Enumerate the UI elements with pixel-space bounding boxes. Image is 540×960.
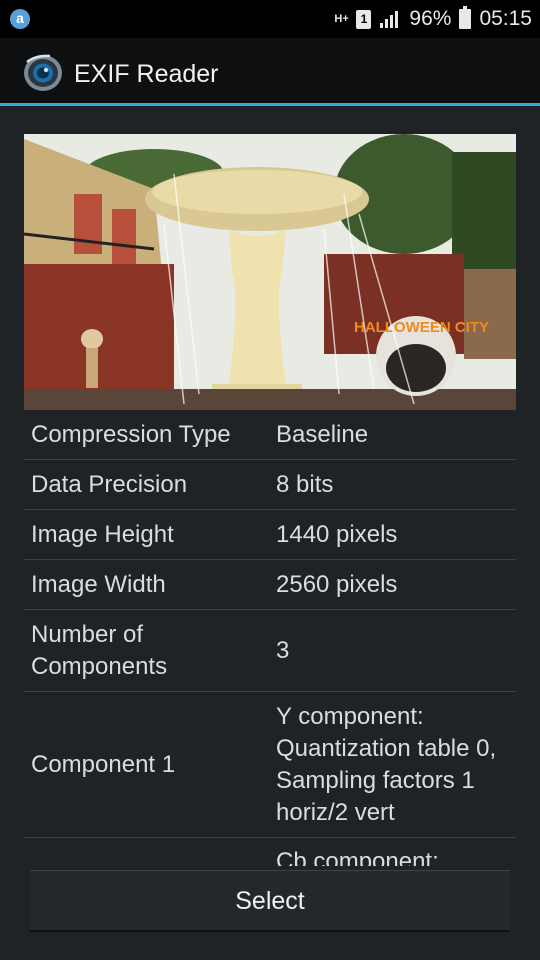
status-indicators: H+ 1 96% 05:15 <box>334 0 532 38</box>
photo-thumbnail[interactable]: HALLOWEEN CITY <box>24 134 516 410</box>
signal-strength-icon <box>380 11 399 28</box>
exif-label: Image Width <box>31 570 166 598</box>
select-button[interactable]: Select <box>30 870 510 932</box>
exif-label: Image Height <box>31 520 174 548</box>
exif-value: 8 bits <box>276 470 334 498</box>
table-row: Compression Type Baseline <box>24 410 516 460</box>
exif-value: 1440 pixels <box>276 520 398 548</box>
table-row: Number of Components 3 <box>24 610 516 692</box>
battery-percent: 96% <box>409 7 452 30</box>
clock: 05:15 <box>479 7 532 30</box>
network-type-icon: H+ <box>334 13 349 25</box>
table-row: Component 1 Y component: Quantization ta… <box>24 692 516 838</box>
exif-value: 3 <box>276 636 290 664</box>
notification-app-icon: a <box>10 9 30 29</box>
battery-icon <box>459 6 472 29</box>
sim-icon: 1 <box>356 9 372 29</box>
exif-label: Number of Components <box>31 620 168 680</box>
photo-overlay-text: HALLOWEEN CITY <box>354 319 489 336</box>
content-scroll[interactable]: HALLOWEEN CITY Compression Type Baseline… <box>24 134 516 878</box>
table-row: Image Height 1440 pixels <box>24 510 516 560</box>
action-bar: EXIF Reader <box>0 38 540 106</box>
app-title: EXIF Reader <box>74 60 219 88</box>
table-row: Image Width 2560 pixels <box>24 560 516 610</box>
exif-label: Compression Type <box>31 420 231 448</box>
exif-label: Data Precision <box>31 470 188 498</box>
status-bar: a H+ 1 96% 05:15 <box>0 0 540 38</box>
photo-image: HALLOWEEN CITY <box>24 134 516 410</box>
exif-table: Compression Type Baseline Data Precision… <box>24 410 516 878</box>
exif-value: 2560 pixels <box>276 570 398 598</box>
exif-label: Component 1 <box>31 750 176 778</box>
camera-lens-icon[interactable] <box>22 53 64 93</box>
bottom-bar: Select <box>0 866 540 960</box>
exif-value: Y component: Quantization table 0, Sampl… <box>276 702 497 826</box>
table-row: Data Precision 8 bits <box>24 460 516 510</box>
exif-value: Baseline <box>276 420 369 448</box>
